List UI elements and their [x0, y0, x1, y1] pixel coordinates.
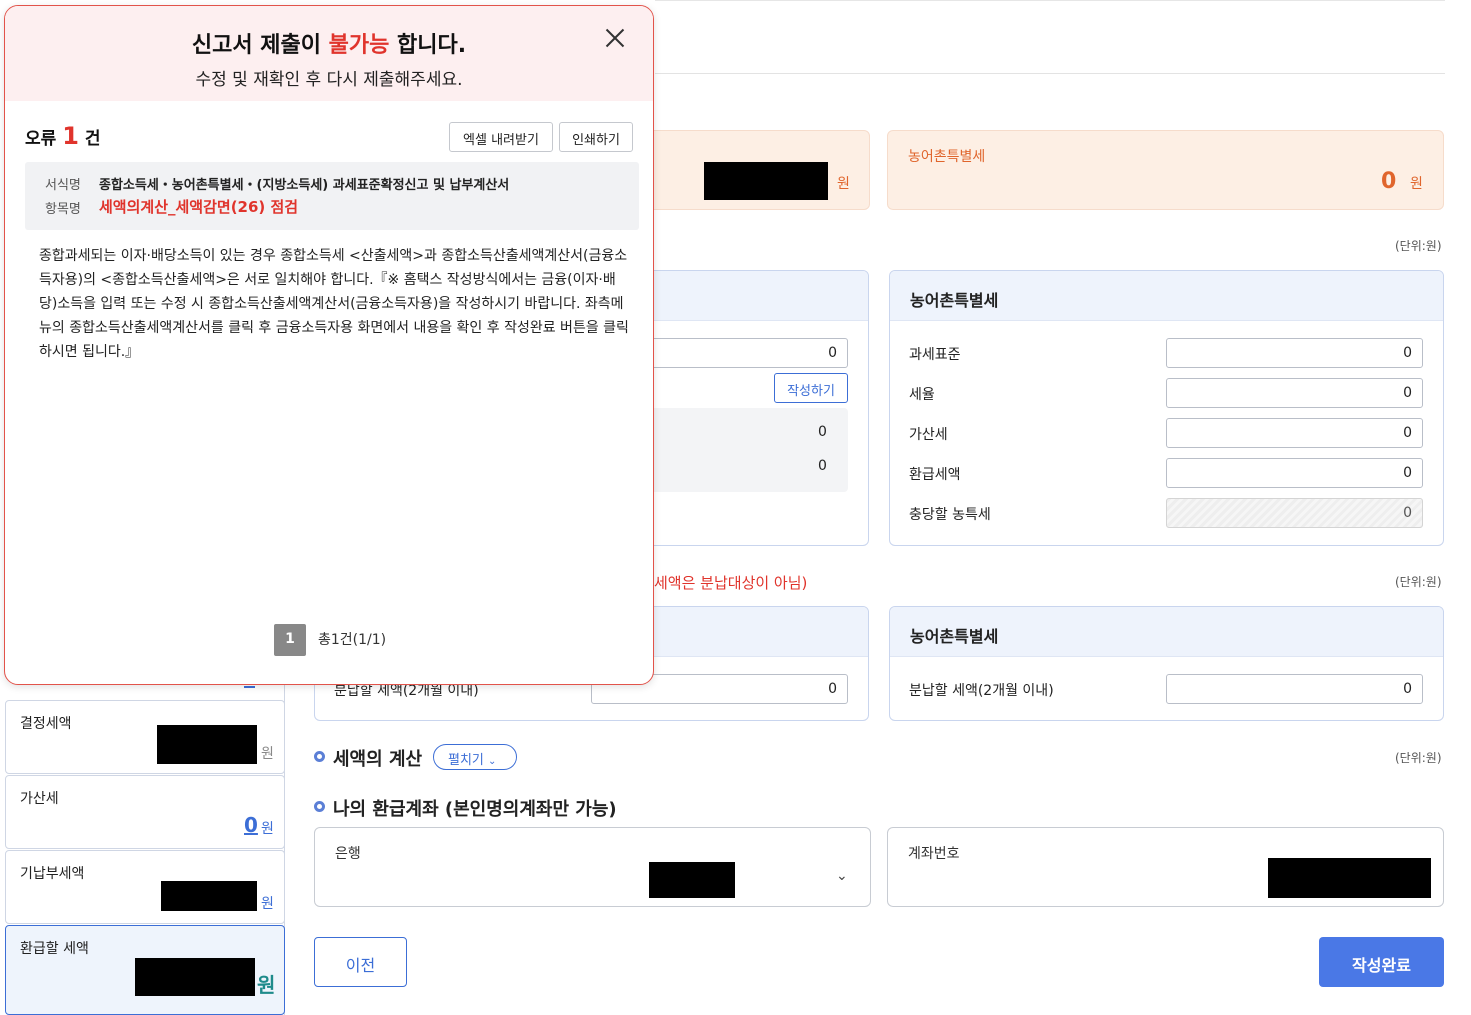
expand-button[interactable]: 펼치기 ⌄: [433, 744, 517, 770]
redacted-amount: [157, 725, 257, 764]
page-summary: 총1건(1/1): [318, 632, 387, 648]
sidebar-item-refund-tax[interactable]: 환급할 세액 원: [5, 925, 285, 1015]
sidebar-item-penalty-tax[interactable]: 가산세 0 원: [5, 775, 285, 849]
item-name-key: 항목명: [45, 202, 81, 217]
offset-rural-tax-input: 0: [1166, 498, 1423, 528]
error-count: 오류 1 건: [25, 122, 100, 150]
redacted-amount: [135, 958, 255, 996]
won-unit: 원: [261, 896, 274, 912]
tax-calc-title: 세액의 계산: [333, 749, 423, 770]
rural-installment-input[interactable]: 0: [1166, 674, 1423, 704]
expand-label: 펼치기: [448, 753, 484, 768]
form-name-value: 종합소득세・농어촌특별세・(지방소득세) 과세표준확정신고 및 납부계산서: [99, 178, 510, 193]
print-button[interactable]: 인쇄하기: [559, 122, 633, 152]
redacted-amount: [161, 881, 257, 911]
calc-value-1: 0: [818, 424, 827, 440]
penalty-tax-input[interactable]: 0: [1166, 418, 1423, 448]
rural-summary-value: 0: [1381, 169, 1397, 194]
sidebar-label: 가산세: [20, 791, 59, 807]
page-number[interactable]: 1: [274, 624, 306, 656]
form-name-key: 서식명: [45, 178, 81, 193]
unit-label: (단위:원): [1395, 239, 1442, 253]
sidebar-label: 환급할 세액: [20, 941, 89, 957]
rural-installment-title: 농어촌특별세: [890, 607, 1443, 657]
write-button[interactable]: 작성하기: [774, 373, 848, 403]
rural-card-title: 농어촌특별세: [890, 271, 1443, 321]
calc-value-2: 0: [818, 458, 827, 474]
account-number-label: 계좌번호: [908, 846, 960, 862]
sidebar-item-determined-tax[interactable]: 결정세액 원: [5, 700, 285, 774]
close-icon[interactable]: [603, 26, 627, 50]
won-unit: 원: [261, 821, 274, 837]
error-count-number: 1: [62, 122, 79, 150]
modal-title-highlight: 불가능: [328, 33, 390, 58]
tax-rate-label: 세율: [909, 387, 935, 403]
sidebar-label: 기납부세액: [20, 866, 85, 882]
installment-notice: 세액은 분납대상이 아님): [654, 574, 808, 592]
modal-title-pre: 신고서 제출이: [191, 33, 329, 58]
won-unit: 원: [837, 176, 850, 192]
rural-installment-label: 분납할 세액(2개월 이내): [909, 683, 1054, 699]
bank-label: 은행: [335, 846, 361, 862]
tax-base-label: 과세표준: [909, 347, 961, 363]
income-tax-input[interactable]: 0: [620, 338, 848, 368]
modal-subtitle: 수정 및 재확인 후 다시 제출해주세요.: [195, 70, 463, 90]
error-message: 종합과세되는 이자·배당소득이 있는 경우 종합소득세 <산출세액>과 종합소득…: [39, 248, 629, 360]
redacted-account-number: [1268, 858, 1431, 898]
excel-download-button[interactable]: 엑셀 내려받기: [449, 122, 553, 152]
top-divider: [655, 0, 1445, 1]
error-unit: 건: [84, 129, 101, 149]
section-bullet-icon: [314, 801, 325, 812]
penalty-tax-label: 가산세: [909, 427, 948, 443]
won-unit: 원: [257, 973, 276, 997]
prev-button[interactable]: 이전: [314, 937, 407, 987]
unit-label: (단위:원): [1395, 575, 1442, 589]
header-divider: [655, 73, 1445, 74]
complete-button[interactable]: 작성완료: [1319, 937, 1444, 987]
unit-label: (단위:원): [1395, 751, 1442, 765]
sidebar-item-prepaid-tax[interactable]: 기납부세액 원: [5, 850, 285, 924]
bank-select[interactable]: 은행 ⌄: [314, 827, 871, 907]
modal-title-post: 합니다.: [389, 33, 467, 58]
calc-summary-box: 0 0: [620, 408, 848, 492]
refund-tax-label: 환급세액: [909, 467, 961, 483]
sidebar-partial-mark: [244, 686, 255, 688]
chevron-down-icon: ⌄: [836, 868, 848, 884]
chevron-down-icon: ⌄: [488, 756, 497, 767]
sidebar-label: 결정세액: [20, 716, 72, 732]
tax-rate-input[interactable]: 0: [1166, 378, 1423, 408]
redacted-amount: [704, 162, 828, 200]
won-unit: 원: [1410, 176, 1423, 192]
redacted-bank: [649, 862, 735, 898]
error-info-box: 서식명 종합소득세・농어촌특별세・(지방소득세) 과세표준확정신고 및 납부계산…: [25, 162, 639, 230]
offset-rural-tax-label: 충당할 농특세: [909, 507, 991, 523]
won-unit: 원: [261, 746, 274, 762]
error-modal: 신고서 제출이 불가능 합니다. 수정 및 재확인 후 다시 제출해주세요. 오…: [4, 5, 654, 685]
tax-base-input[interactable]: 0: [1166, 338, 1423, 368]
error-label: 오류: [25, 129, 57, 149]
penalty-tax-value[interactable]: 0: [244, 813, 258, 837]
summary-box-rural: 농어촌특별세 0 원: [887, 130, 1444, 210]
section-bullet-icon: [314, 751, 325, 762]
rural-summary-label: 농어촌특별세: [908, 149, 986, 165]
refund-tax-input[interactable]: 0: [1166, 458, 1423, 488]
item-name-value: 세액의계산_세액감면(26) 점검: [99, 198, 299, 216]
modal-title: 신고서 제출이 불가능 합니다.: [5, 27, 653, 59]
refund-account-title: 나의 환급계좌 (본인명의계좌만 가능): [333, 799, 617, 820]
account-number-field[interactable]: 계좌번호: [887, 827, 1444, 907]
